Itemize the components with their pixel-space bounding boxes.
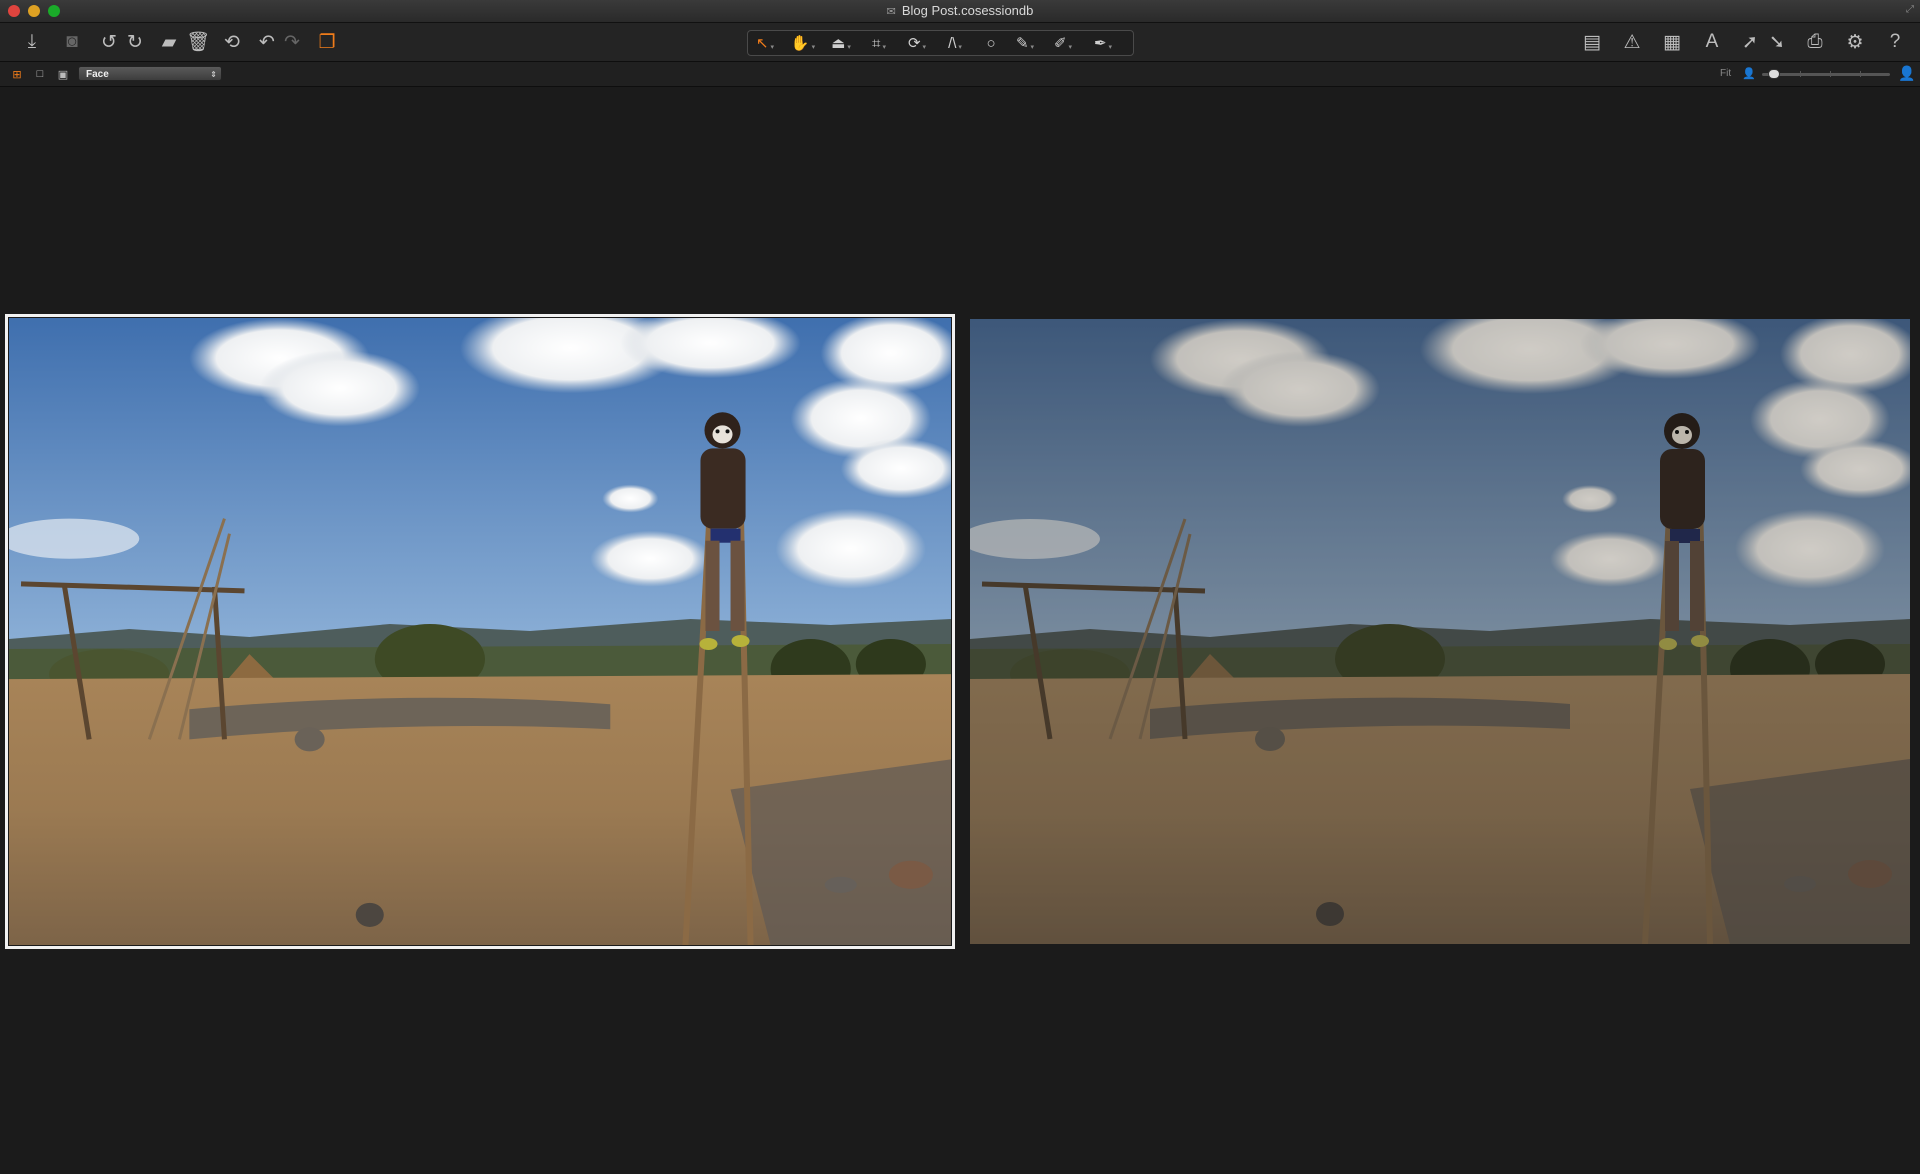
trash-icon[interactable]: 🗑 — [186, 30, 210, 54]
primary-view-mode-icon[interactable]: ▣ — [56, 68, 70, 81]
fullscreen-icon[interactable]: ⤢ — [1906, 4, 1914, 15]
viewer-bar: ⊞ □ ▣ Face ⇕ Fit 👤 👤 — [0, 62, 1920, 87]
text-overlay-icon[interactable]: A — [1700, 30, 1724, 54]
zoom-slider-knob[interactable] — [1768, 69, 1781, 79]
print-icon[interactable]: ⎙ — [1803, 30, 1827, 54]
rotate-right-icon[interactable]: ↻ — [123, 30, 147, 54]
picker-tool-icon[interactable]: ✒ ▾ — [1088, 33, 1118, 53]
multi-view-icon[interactable]: ❐ — [315, 30, 339, 54]
mask-tool-icon[interactable]: ✐ ▾ — [1048, 33, 1078, 53]
rotate-left-icon[interactable]: ↺ — [97, 30, 121, 54]
zoom-out-person-icon[interactable]: 👤 — [1742, 67, 1756, 80]
import-icon[interactable]: ⤓ — [20, 30, 44, 54]
camera-icon[interactable]: ◙ — [60, 30, 84, 54]
crop-tool-icon[interactable]: ⌗ ▾ — [864, 33, 894, 53]
multi-view-mode-icon[interactable]: ⊞ — [10, 68, 24, 81]
document-icon: ✉ — [886, 6, 896, 18]
slider-tick — [1860, 71, 1861, 77]
select-tool-icon[interactable]: ↖ ▾ — [750, 33, 780, 53]
window-title-area: ✉ Blog Post.cosessiondb — [0, 3, 1920, 18]
photo-variant-original[interactable] — [5, 314, 955, 949]
spot-removal-tool-icon[interactable]: ○ — [976, 33, 1006, 53]
brush-tool-icon[interactable]: ✎ ▾ — [1010, 33, 1040, 53]
chevron-updown-icon: ⇕ — [210, 70, 217, 79]
single-view-mode-icon[interactable]: □ — [33, 68, 47, 80]
rotate-tool-icon[interactable]: ⟳ ▾ — [902, 33, 932, 53]
pan-tool-icon[interactable]: ✋ ▾ — [788, 33, 818, 53]
move-to-folder-icon[interactable]: ▰ — [157, 30, 181, 54]
exposure-warning-icon[interactable]: ⚠ — [1620, 30, 1644, 54]
undo-icon[interactable]: ↶ — [255, 30, 279, 54]
help-icon[interactable]: ? — [1883, 30, 1907, 54]
image-viewer — [0, 87, 1920, 1174]
main-toolbar: ⤓ ◙ ↺ ↻ ▰ 🗑 ⟲ ↶ ↷ ❐ ↖ ▾ ✋ ▾ ⏏ ▾ ⌗ ▾ ⟳ ▾ /\ ▾ ○… — [0, 23, 1920, 62]
loupe-tool-icon[interactable]: ⏏ ▾ — [826, 33, 856, 53]
landscape-photo — [9, 318, 951, 945]
zoom-fit-label[interactable]: Fit — [1720, 68, 1731, 79]
window-title: Blog Post.cosessiondb — [901, 3, 1034, 18]
revert-icon[interactable]: ⟲ — [220, 30, 244, 54]
mode-select[interactable]: Face ⇕ — [78, 66, 222, 81]
slider-tick — [1830, 71, 1831, 77]
import-arrow-icon[interactable]: ➘ — [1765, 30, 1789, 54]
slider-tick — [1800, 71, 1801, 77]
cursor-tools-group: ↖ ▾ ✋ ▾ ⏏ ▾ ⌗ ▾ ⟳ ▾ /\ ▾ ○ ✎ ▾ ✐ ▾ ✒ ▾ — [747, 30, 1134, 56]
settings-icon[interactable]: ⚙ — [1843, 30, 1867, 54]
redo-icon[interactable]: ↷ — [280, 30, 304, 54]
keystone-tool-icon[interactable]: /\ ▾ — [940, 33, 970, 53]
export-icon[interactable]: ➚ — [1738, 30, 1762, 54]
title-bar: ✉ Blog Post.cosessiondb ⤢ — [0, 0, 1920, 23]
photo-variant-adjusted[interactable] — [970, 319, 1910, 944]
grid-icon[interactable]: ▦ — [1660, 30, 1684, 54]
landscape-photo — [970, 319, 1910, 944]
zoom-slider[interactable] — [1762, 73, 1890, 76]
mode-select-value: Face — [86, 69, 109, 80]
viewer-layout-icon[interactable]: ▤ — [1580, 30, 1604, 54]
zoom-in-person-icon[interactable]: 👤 — [1898, 65, 1915, 82]
